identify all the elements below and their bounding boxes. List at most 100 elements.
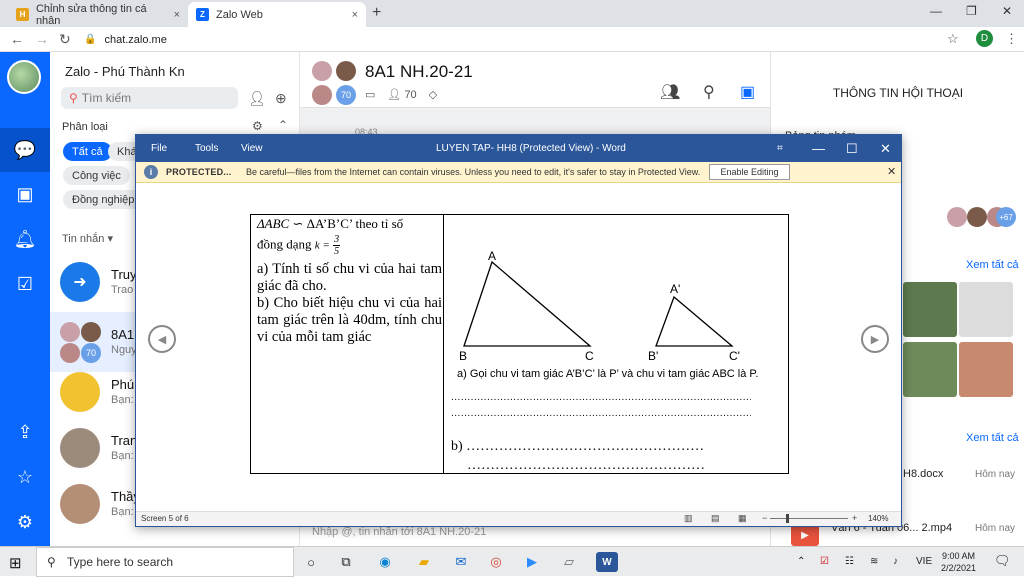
triangle-abc-shape [463,260,592,347]
fraction-numerator: 3 [333,234,341,246]
member-more-badge[interactable]: +67 [996,207,1016,227]
zoom-in-icon[interactable]: + [852,513,857,523]
zoom-slider-handle[interactable] [786,514,789,523]
system-clock[interactable]: 9:00 AM 2/2/2021 [941,550,976,574]
media-thumbnail[interactable] [903,342,957,397]
chrome-icon[interactable]: ◎ [485,552,507,572]
menu-tools[interactable]: Tools [195,143,218,154]
media-thumbnail[interactable] [959,282,1013,337]
zoom-slider[interactable] [770,518,848,519]
focus-mode-icon[interactable]: ⌗ [777,143,783,154]
create-group-icon[interactable]: ⊕ [275,90,287,107]
tab-zalo-web[interactable]: Z Zalo Web × [188,2,366,27]
new-tab-button[interactable]: + [372,4,381,22]
messages-section-label[interactable]: Tin nhắn ▾ [62,232,113,245]
search-input[interactable]: ⚲ Tìm kiếm [61,87,238,109]
menu-file[interactable]: File [151,143,167,154]
tray-chevron-icon[interactable]: ⌃ [797,556,805,567]
add-member-icon[interactable]: 👥︎ [660,82,680,102]
close-window-button[interactable]: ✕ [1002,4,1012,18]
menu-kebab-icon[interactable]: ⋮ [1005,31,1018,47]
input-language[interactable]: VIE [916,556,932,567]
vertex-label: C [585,349,594,363]
see-all-files-link[interactable]: Xem tất cả [966,432,1019,444]
contacts-icon[interactable]: ▣ [0,172,50,216]
tag-settings-icon[interactable]: ⚙ [252,119,263,133]
zoom-out-icon[interactable]: − [762,513,767,523]
zoom-level[interactable]: 140% [868,514,888,523]
volume-icon[interactable]: ♪ [893,556,898,567]
read-mode-icon[interactable]: ▥ [684,513,693,524]
cortana-icon[interactable]: ○ [300,552,322,572]
see-all-media-link[interactable]: Xem tất cả [966,259,1019,271]
clock-date: 2/2/2021 [941,563,977,573]
previous-screen-icon[interactable]: ◀ [148,325,176,353]
info-panel-title: THÔNG TIN HỘI THOẠI [832,86,964,100]
file-explorer-icon[interactable]: ▰ [413,552,435,572]
favorites-star-icon[interactable]: ☆ [0,455,50,499]
mail-icon[interactable]: ✉ [450,552,472,572]
board-icon[interactable]: ▭ [365,88,375,101]
settings-gear-icon[interactable]: ⚙ [0,500,50,544]
tag-icon[interactable]: ◇ [429,88,437,101]
triangle-abc: ΔABC [257,216,290,231]
word-app-icon[interactable]: W [596,552,618,572]
reload-icon[interactable]: ↻ [59,31,71,48]
windows-start-icon[interactable]: ⊞ [9,554,22,572]
next-screen-icon[interactable]: ▶ [861,325,889,353]
bookmark-star-icon[interactable]: ☆ [947,31,959,47]
back-arrow-icon[interactable]: ← [10,31,24,47]
print-layout-icon[interactable]: ▤ [711,513,720,524]
add-friend-icon[interactable]: 👤︎ [248,90,266,107]
search-icon: ⚲ [47,555,56,569]
web-layout-icon[interactable]: ▦ [738,513,747,524]
chip-colleague[interactable]: Đồng nghiệp [63,190,144,209]
wifi-icon[interactable]: ≋ [870,556,878,567]
word-close-button[interactable]: ✕ [880,141,891,157]
tablet-app-icon[interactable]: ▱ [558,552,580,572]
address-bar-row: ← → ↻ 🔒 chat.zalo.me ☆ D ⋮ [0,27,1024,52]
members-icon[interactable]: 👤︎ 70 [387,88,416,101]
minimize-button[interactable]: — [930,4,942,18]
url-text: chat.zalo.me [104,33,167,46]
toggle-info-panel-icon[interactable]: ▣ [740,82,755,102]
forward-arrow-icon[interactable]: → [35,31,49,47]
media-thumbnail[interactable] [959,342,1013,397]
chat-search-icon[interactable]: ⚲ [703,82,715,102]
clock-time: 9:00 AM [942,551,976,561]
chip-all[interactable]: Tất cả [63,142,112,161]
tab-profile-edit[interactable]: H Chỉnh sửa thông tin cá nhân × [8,2,188,27]
network-icon[interactable]: ☷ [845,556,854,567]
chevron-up-icon[interactable]: ⌃ [278,118,288,132]
contact-avatar [60,484,100,524]
antivirus-icon[interactable]: ☑ [820,556,829,567]
enable-editing-button[interactable]: Enable Editing [709,164,790,180]
close-tab-icon[interactable]: × [352,9,358,21]
word-minimize-button[interactable]: — [812,141,825,156]
conversation-preview: Bạn: [111,394,134,406]
media-thumbnail[interactable] [903,282,957,337]
close-tab-icon[interactable]: × [174,9,180,21]
shield-icon: i [144,165,158,179]
video-file-icon: ▶ [791,525,819,546]
url-field[interactable]: 🔒 chat.zalo.me [84,29,964,50]
menu-view[interactable]: View [241,143,263,154]
task-view-icon[interactable]: ⧉ [335,552,357,572]
user-avatar[interactable] [7,60,41,94]
profile-avatar[interactable]: D [976,30,993,47]
notifications-bell-icon[interactable]: 🔔︎ [0,217,50,261]
edge-browser-icon[interactable]: ◉ [374,552,396,572]
zoom-app-icon[interactable]: ▶ [521,552,543,572]
word-maximize-button[interactable]: ☐ [846,141,858,157]
restore-button[interactable]: ❐ [966,4,977,18]
file-name[interactable]: H8.docx [903,468,943,480]
taskbar-search-input[interactable]: ⚲ Type here to search [36,547,294,577]
ratio-label: đồng dạng [257,236,315,252]
close-bar-icon[interactable]: ✕ [887,165,896,178]
conversation-name: 8A1 [111,327,135,342]
cloud-file-icon[interactable]: ⇪ [0,410,50,454]
messages-icon[interactable]: 💬 [0,128,50,172]
notifications-icon[interactable]: 🗨︎ [994,553,1011,569]
todo-check-icon[interactable]: ☑ [0,262,50,306]
chip-work[interactable]: Công việc [63,166,130,185]
